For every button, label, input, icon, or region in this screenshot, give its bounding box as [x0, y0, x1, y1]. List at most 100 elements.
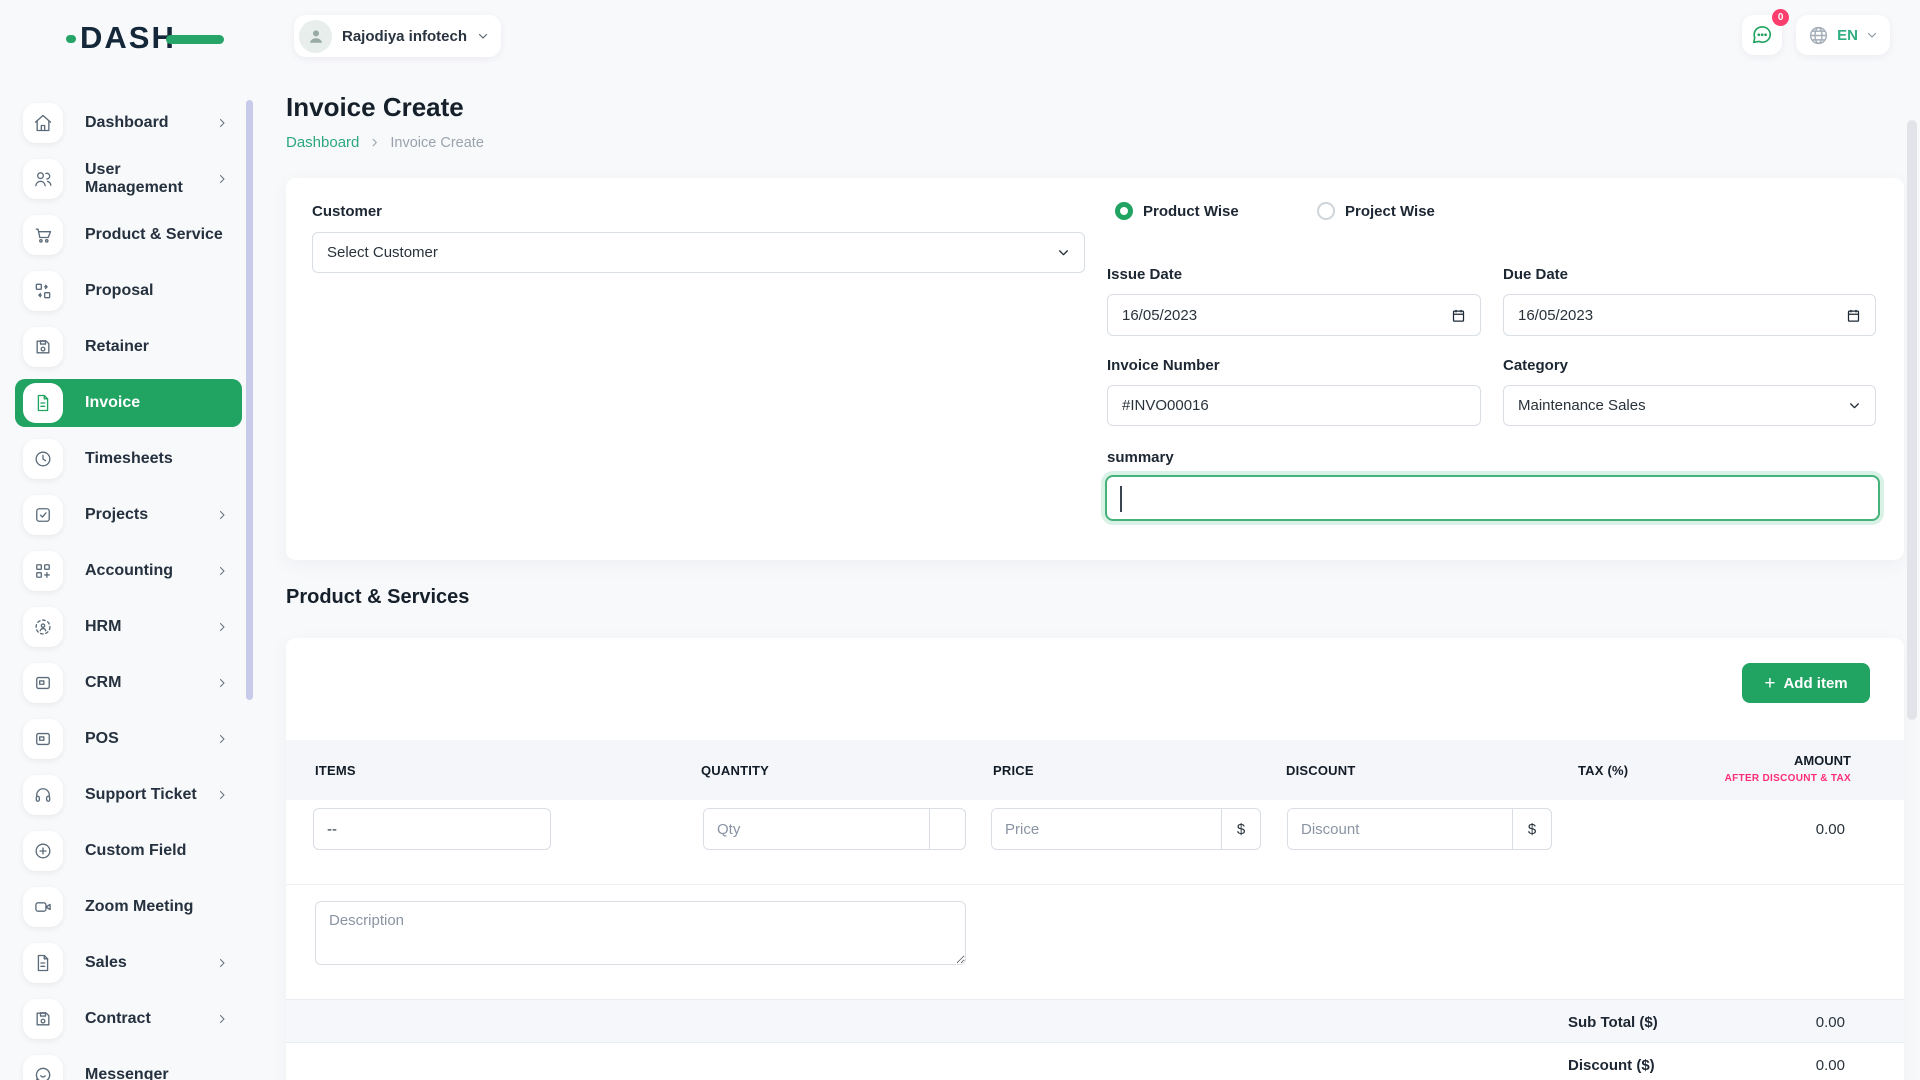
issue-date-input[interactable]: 16/05/2023 [1107, 294, 1481, 336]
globe-icon [1808, 25, 1829, 46]
calendar-icon [1846, 308, 1861, 323]
topbar-actions: 0 EN [1742, 15, 1890, 55]
products-section-heading: Product & Services [286, 586, 469, 609]
sidebar-scrollbar[interactable] [246, 100, 253, 700]
subtotal-label: Sub Total ($) [1568, 1000, 1658, 1044]
sidebar-item-invoice[interactable]: Invoice [15, 379, 242, 427]
sidebar-item-retainer[interactable]: Retainer [15, 323, 242, 371]
logo-green-bar [166, 35, 224, 44]
language-code: EN [1837, 27, 1858, 44]
due-date-input[interactable]: 16/05/2023 [1503, 294, 1876, 336]
customer-select[interactable]: Select Customer [312, 232, 1085, 273]
issue-date-label: Issue Date [1107, 266, 1182, 283]
due-date-label: Due Date [1503, 266, 1568, 283]
topbar: DASH Rajodiya infotech 0 EN [0, 0, 1920, 72]
sidebar-item-contract[interactable]: Contract [15, 995, 242, 1043]
category-select[interactable]: Maintenance Sales [1503, 385, 1876, 426]
file-text-icon [23, 943, 63, 983]
issue-date-value: 16/05/2023 [1122, 307, 1197, 324]
price-input[interactable] [992, 809, 1221, 849]
page-scrollbar[interactable] [1907, 120, 1917, 720]
discount-input-group: $ [1287, 808, 1552, 850]
subtotal-row: Sub Total ($) 0.00 [286, 999, 1904, 1043]
avatar [299, 20, 332, 53]
col-amount: AMOUNT [1794, 753, 1851, 768]
chevron-down-icon [1866, 29, 1878, 41]
price-input-group: $ [991, 808, 1261, 850]
radio-unselected-icon [1317, 202, 1335, 220]
chat-smile-icon [23, 1055, 63, 1080]
home-icon [23, 103, 63, 143]
sidebar-item-projects[interactable]: Projects [15, 491, 242, 539]
messages-badge: 0 [1772, 9, 1789, 26]
sidebar-item-accounting[interactable]: Accounting [15, 547, 242, 595]
user-scan-icon [23, 607, 63, 647]
sidebar-item-product-service[interactable]: Product & Service [15, 211, 242, 259]
chevron-down-icon [477, 30, 489, 42]
cart-icon [23, 215, 63, 255]
chevron-right-icon [369, 137, 380, 148]
chevron-right-icon [216, 509, 228, 521]
sidebar-menu: Dashboard User Management Product & Serv… [0, 72, 260, 1080]
subtotal-value: 0.00 [1816, 1000, 1845, 1044]
sidebar-item-dashboard[interactable]: Dashboard [15, 99, 242, 147]
video-camera-icon [23, 887, 63, 927]
chevron-right-icon [216, 1013, 228, 1025]
radio-selected-icon [1115, 202, 1133, 220]
sidebar-item-timesheets[interactable]: Timesheets [15, 435, 242, 483]
clock-icon [23, 439, 63, 479]
sidebar-item-crm[interactable]: CRM [15, 659, 242, 707]
sidebar-item-user-management[interactable]: User Management [15, 155, 242, 203]
language-selector[interactable]: EN [1796, 15, 1890, 55]
description-textarea[interactable] [315, 901, 966, 965]
sidebar-item-custom-field[interactable]: Custom Field [15, 827, 242, 875]
sidebar: Dashboard User Management Product & Serv… [0, 72, 260, 1080]
grid-plus-icon [23, 551, 63, 591]
chevron-right-icon [216, 621, 228, 633]
transfer-icon [23, 271, 63, 311]
chevron-down-icon [1848, 399, 1861, 412]
messages-button[interactable]: 0 [1742, 15, 1782, 55]
price-currency-addon: $ [1221, 809, 1260, 849]
sidebar-item-support-ticket[interactable]: Support Ticket [15, 771, 242, 819]
items-table-header: ITEMS QUANTITY PRICE DISCOUNT TAX (%) AM… [286, 740, 1904, 800]
discount-input[interactable] [1288, 809, 1512, 849]
col-items: ITEMS [315, 763, 356, 778]
summary-textarea[interactable] [1105, 475, 1880, 521]
invoice-file-icon [23, 383, 63, 423]
calendar-icon [1451, 308, 1466, 323]
company-switcher[interactable]: Rajodiya infotech [294, 15, 501, 57]
save-icon [23, 327, 63, 367]
sidebar-item-proposal[interactable]: Proposal [15, 267, 242, 315]
save-icon [23, 999, 63, 1039]
users-icon [23, 159, 63, 199]
main-content: Invoice Create Dashboard Invoice Create … [286, 72, 1904, 1080]
discount-total-row: Discount ($) 0.00 [286, 1043, 1904, 1080]
radio-project-wise[interactable]: Project Wise [1317, 202, 1435, 220]
discount-currency-addon: $ [1512, 809, 1551, 849]
add-item-button[interactable]: + Add item [1742, 663, 1870, 703]
breadcrumb-current: Invoice Create [390, 135, 484, 151]
items-input[interactable] [313, 808, 551, 850]
sidebar-item-zoom-meeting[interactable]: Zoom Meeting [15, 883, 242, 931]
customer-label: Customer [312, 203, 382, 220]
breadcrumb-dashboard-link[interactable]: Dashboard [286, 134, 359, 151]
sidebar-item-hrm[interactable]: HRM [15, 603, 242, 651]
invoice-number-value: #INVO00016 [1122, 397, 1466, 414]
sidebar-item-pos[interactable]: POS [15, 715, 242, 763]
company-name: Rajodiya infotech [342, 28, 467, 45]
logo-green-dot [66, 35, 76, 43]
chat-bubble-icon [1751, 24, 1773, 46]
col-discount: DISCOUNT [1286, 763, 1356, 778]
dash-logo[interactable]: DASH [80, 20, 240, 56]
sidebar-item-messenger[interactable]: Messenger [15, 1051, 242, 1080]
invoice-number-input[interactable]: #INVO00016 [1107, 385, 1481, 426]
quantity-input[interactable] [704, 809, 929, 849]
headset-icon [23, 775, 63, 815]
product-services-card: + Add item ITEMS QUANTITY PRICE DISCOUNT… [286, 638, 1904, 1080]
invoice-details-card: Customer Select Customer Product Wise Pr… [286, 178, 1904, 560]
quantity-addon [929, 809, 965, 849]
radio-product-wise[interactable]: Product Wise [1115, 202, 1239, 220]
chevron-right-icon [216, 173, 228, 185]
sidebar-item-sales[interactable]: Sales [15, 939, 242, 987]
